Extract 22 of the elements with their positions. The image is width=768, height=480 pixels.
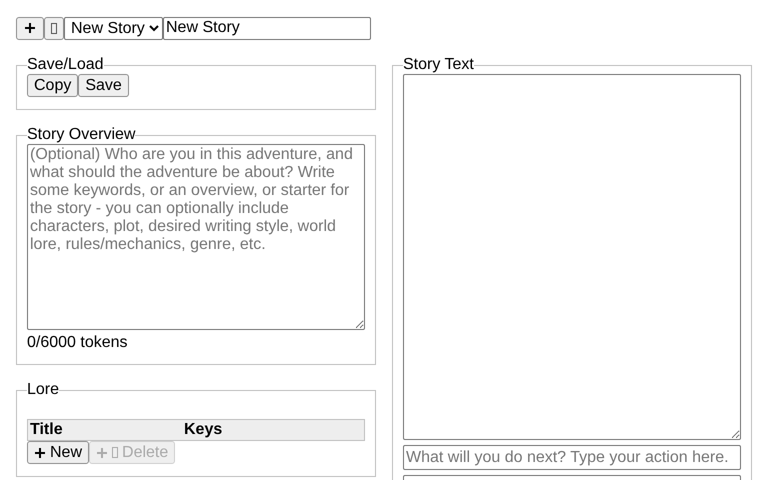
icon-button[interactable] (44, 16, 64, 40)
plus-icon (24, 22, 36, 34)
column-header: Keys (184, 421, 222, 439)
missing-glyph-icon (51, 22, 57, 34)
action-field[interactable]: What will you do next? Type your action here. (403, 445, 741, 470)
add-button[interactable] (16, 16, 44, 40)
save-button[interactable]: Save (78, 74, 129, 97)
panel-title: Story Text (403, 56, 474, 74)
panel-title: Story Overview (27, 126, 136, 144)
token-count: 0/6000 tokens (27, 334, 129, 352)
column-header: Title (29, 421, 64, 439)
title-field[interactable]: New Story (163, 16, 371, 40)
missing-glyph-icon (112, 447, 118, 458)
plus-icon (34, 446, 46, 458)
panel-title: Lore (27, 381, 60, 399)
panel-title: Save/Load (27, 56, 104, 74)
story-select[interactable]: New Story (64, 16, 163, 40)
new-button[interactable]: New (27, 441, 90, 464)
copy-button[interactable]: Copy (27, 74, 78, 97)
plus-icon (96, 446, 108, 458)
story-text-field[interactable] (403, 74, 741, 440)
overview-field[interactable]: (Optional) Who are you in this adventure, and what should the adventure be about? Write some keywords, or an overview, or starter for the story - you can optionally include characters, plot, desired writing style, world lore, rules/mechanics, genre, etc. (27, 144, 365, 330)
